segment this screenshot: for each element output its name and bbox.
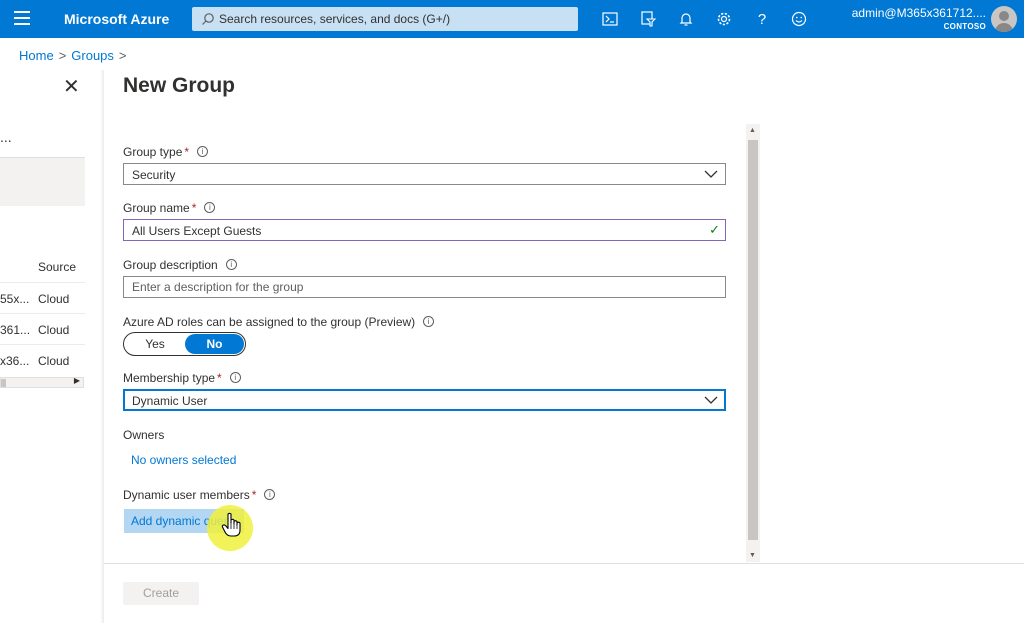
group-description-input[interactable] [132, 280, 717, 294]
help-icon[interactable]: ? [752, 9, 772, 29]
scrollbar-thumb[interactable] [1, 379, 6, 387]
cloud-shell-icon[interactable] [600, 9, 620, 29]
row-name: 55x... [0, 292, 30, 306]
info-icon[interactable]: i [197, 146, 209, 158]
chevron-right-icon: > [58, 48, 67, 63]
column-header-source[interactable]: Source [38, 260, 76, 274]
breadcrumb-home[interactable]: Home [19, 48, 54, 63]
group-type-dropdown[interactable]: Security [123, 163, 726, 185]
vertical-scrollbar[interactable]: ▲ ▼ [746, 124, 760, 562]
search-placeholder: Search resources, services, and docs (G+… [219, 12, 451, 26]
row-source: Cloud [38, 292, 70, 306]
dynamic-members-label: Dynamic user members * i [123, 488, 276, 502]
horizontal-scrollbar[interactable]: ▶ [0, 376, 84, 388]
top-bar: Microsoft Azure Search resources, servic… [0, 0, 1024, 38]
membership-type-label: Membership type * i [123, 371, 241, 385]
breadcrumb-groups[interactable]: Groups [71, 48, 114, 63]
info-icon[interactable]: i [423, 316, 435, 328]
chevron-right-icon: > [118, 48, 127, 63]
checkmark-icon: ✓ [709, 222, 720, 237]
hand-cursor-icon [221, 512, 241, 537]
group-description-field[interactable] [123, 276, 726, 298]
row-source: Cloud [38, 323, 70, 337]
group-type-value: Security [132, 168, 176, 182]
group-type-label: Group type * i [123, 145, 209, 159]
info-icon[interactable]: i [264, 489, 276, 501]
row-source: Cloud [38, 354, 70, 368]
chevron-down-icon [704, 396, 718, 404]
breadcrumb: Home > Groups > [19, 48, 132, 63]
scroll-right-icon[interactable]: ▶ [74, 376, 80, 385]
owners-label: Owners [123, 428, 165, 442]
info-icon[interactable]: i [204, 202, 216, 214]
account-tenant: CONTOSO [943, 22, 986, 31]
scroll-down-icon[interactable]: ▼ [749, 552, 756, 559]
membership-type-value: Dynamic User [132, 394, 208, 408]
avatar[interactable] [991, 6, 1017, 32]
truncated-text: ... [0, 129, 12, 145]
menu-icon[interactable] [14, 11, 30, 25]
group-name-value: All Users Except Guests [132, 224, 262, 238]
brand-title[interactable]: Microsoft Azure [64, 11, 169, 27]
required-marker: * [184, 145, 190, 159]
table-row[interactable]: x36... Cloud [0, 344, 85, 375]
membership-type-dropdown[interactable]: Dynamic User [123, 389, 726, 411]
info-icon[interactable]: i [229, 372, 241, 384]
search-box[interactable]: Search resources, services, and docs (G+… [192, 7, 578, 31]
directory-filter-icon[interactable] [638, 9, 658, 29]
feedback-icon[interactable] [789, 9, 809, 29]
create-button[interactable]: Create [123, 582, 199, 605]
chevron-down-icon [704, 170, 718, 178]
scrollbar-thumb[interactable] [748, 140, 758, 540]
group-name-label: Group name * i [123, 201, 216, 215]
table-row[interactable]: 55x... Cloud [0, 282, 85, 313]
scroll-up-icon[interactable]: ▲ [749, 127, 756, 134]
group-name-field[interactable]: All Users Except Guests ✓ [123, 219, 726, 241]
toggle-no[interactable]: No [185, 334, 244, 354]
account-email: admin@M365x361712.... [851, 6, 986, 20]
azure-ad-roles-label: Azure AD roles can be assigned to the gr… [123, 315, 435, 329]
group-description-label: Group description i [123, 258, 237, 272]
required-marker: * [217, 371, 222, 385]
row-name: x36... [0, 354, 30, 368]
close-icon[interactable]: ✕ [63, 77, 80, 97]
search-icon [202, 13, 214, 25]
toggle-yes[interactable]: Yes [125, 334, 185, 354]
info-icon[interactable]: i [225, 259, 237, 271]
owners-link[interactable]: No owners selected [131, 453, 236, 467]
footer-divider [104, 563, 1024, 564]
table-row[interactable]: 361... Cloud [0, 313, 85, 344]
blade-shadow [100, 70, 104, 623]
row-name: 361... [0, 323, 31, 337]
selected-region [0, 158, 85, 206]
required-marker: * [191, 201, 197, 215]
settings-icon[interactable] [714, 9, 734, 29]
azure-ad-roles-toggle[interactable]: Yes No [123, 332, 246, 356]
page-title: New Group [123, 74, 236, 97]
account-info[interactable]: admin@M365x361712.... CONTOSO [852, 6, 986, 31]
required-marker: * [251, 488, 257, 502]
notifications-icon[interactable] [676, 9, 696, 29]
